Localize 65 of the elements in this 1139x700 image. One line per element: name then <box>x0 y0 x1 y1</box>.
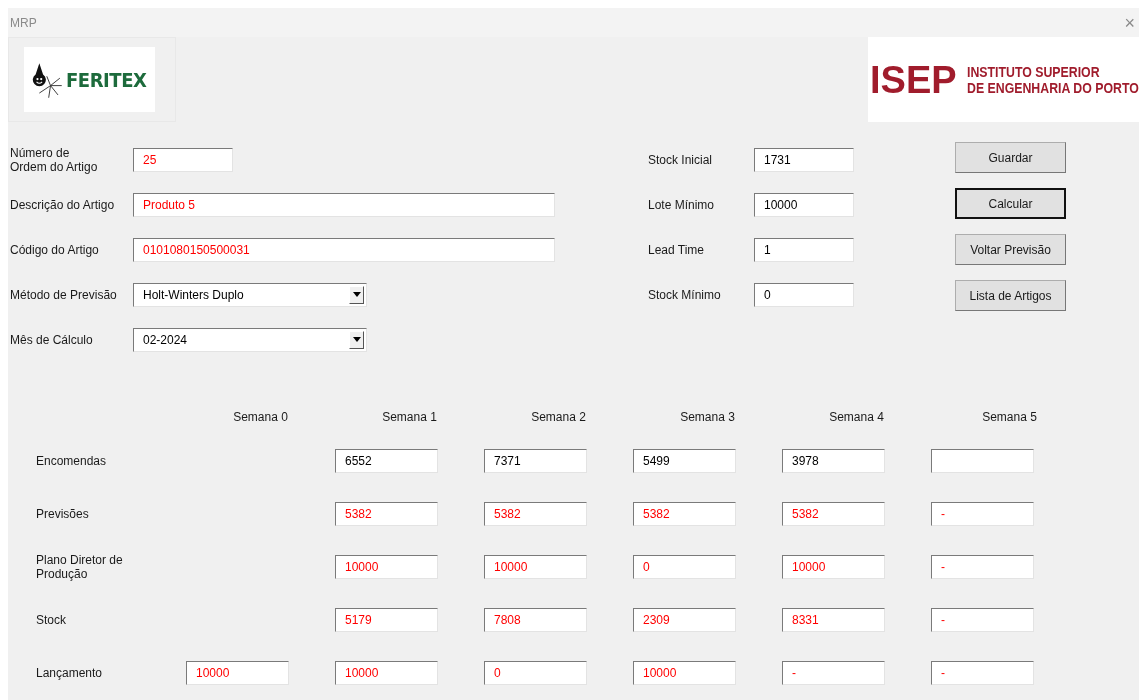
input-field[interactable]: 10000 <box>335 660 438 685</box>
window-title: MRP <box>10 14 37 32</box>
field-label: Stock Mínimo <box>648 286 722 304</box>
logo-wordmark: FERITEX <box>65 66 147 94</box>
input-field[interactable]: 10000 <box>633 660 736 685</box>
input-field[interactable]: 1731 <box>754 147 854 172</box>
input-field[interactable]: 0 <box>484 660 587 685</box>
column-header: Semana 3 <box>680 409 735 426</box>
row-label: Lançamento <box>36 665 104 680</box>
input-field[interactable]: 2309 <box>633 607 736 632</box>
input-field[interactable]: 5382 <box>484 501 587 526</box>
input-field[interactable]: Produto 5 <box>133 192 555 217</box>
field-label: Código do Artigo <box>10 242 100 257</box>
input-field[interactable]: 10000 <box>484 554 587 579</box>
field-label: Método de Previsão <box>10 287 118 302</box>
field-label: Lote Mínimo <box>648 196 716 214</box>
input-field[interactable]: 7808 <box>484 607 587 632</box>
field-label: Lead Time <box>648 241 706 259</box>
field-label: Stock Inicial <box>648 151 714 169</box>
input-field[interactable]: 0 <box>754 282 854 307</box>
input-field[interactable]: - <box>931 607 1034 632</box>
column-header: Semana 1 <box>382 409 437 426</box>
input-field[interactable]: 0 <box>633 554 736 579</box>
input-field[interactable]: 10000 <box>754 192 854 217</box>
field-label: Descrição do Artigo <box>10 197 116 212</box>
row-label: Previsões <box>36 506 90 521</box>
column-header: Semana 5 <box>982 409 1037 426</box>
input-field[interactable]: 1 <box>754 237 854 262</box>
logo-mark: ISEP <box>870 60 957 99</box>
row-label: Plano Diretor de Produção <box>36 552 124 581</box>
input-field[interactable]: - <box>782 660 885 685</box>
action-button[interactable]: Lista de Artigos <box>955 280 1066 311</box>
row-label: Encomendas <box>36 453 108 468</box>
action-button[interactable]: Voltar Previsão <box>955 234 1066 265</box>
input-field[interactable]: 25 <box>133 147 233 172</box>
input-field[interactable]: 8331 <box>782 607 885 632</box>
input-field[interactable]: - <box>931 660 1034 685</box>
input-field[interactable]: 7371 <box>484 448 587 473</box>
dropdown[interactable]: Holt-Winters Duplo <box>133 282 367 307</box>
input-field[interactable]: 3978 <box>782 448 885 473</box>
input-field[interactable]: 5382 <box>633 501 736 526</box>
column-header: Semana 0 <box>233 409 288 426</box>
input-field[interactable]: - <box>931 501 1034 526</box>
input-field[interactable]: 5499 <box>633 448 736 473</box>
field-label: Número de Ordem do Artigo <box>10 145 99 174</box>
input-field[interactable]: 0101080150500031 <box>133 237 555 262</box>
field-label: Mês de Cálculo <box>10 332 94 347</box>
dropdown[interactable]: 02-2024 <box>133 327 367 352</box>
column-header: Semana 2 <box>531 409 586 426</box>
close-button[interactable]: × <box>1124 13 1135 32</box>
action-button[interactable]: Guardar <box>955 142 1066 173</box>
input-field[interactable]: - <box>931 554 1034 579</box>
input-field[interactable]: 10000 <box>186 660 289 685</box>
input-field[interactable]: 5382 <box>335 501 438 526</box>
input-field[interactable] <box>931 448 1034 473</box>
logo-line: DE ENGENHARIA DO PORTO <box>966 79 1139 96</box>
input-field[interactable]: 5179 <box>335 607 438 632</box>
row-label: Stock <box>36 612 67 627</box>
input-field[interactable]: 10000 <box>782 554 885 579</box>
input-field[interactable]: 5382 <box>782 501 885 526</box>
input-field[interactable]: 10000 <box>335 554 438 579</box>
input-field[interactable]: 6552 <box>335 448 438 473</box>
column-header: Semana 4 <box>829 409 884 426</box>
logo-line: INSTITUTO SUPERIOR <box>966 63 1101 80</box>
action-button[interactable]: Calcular <box>955 188 1066 219</box>
